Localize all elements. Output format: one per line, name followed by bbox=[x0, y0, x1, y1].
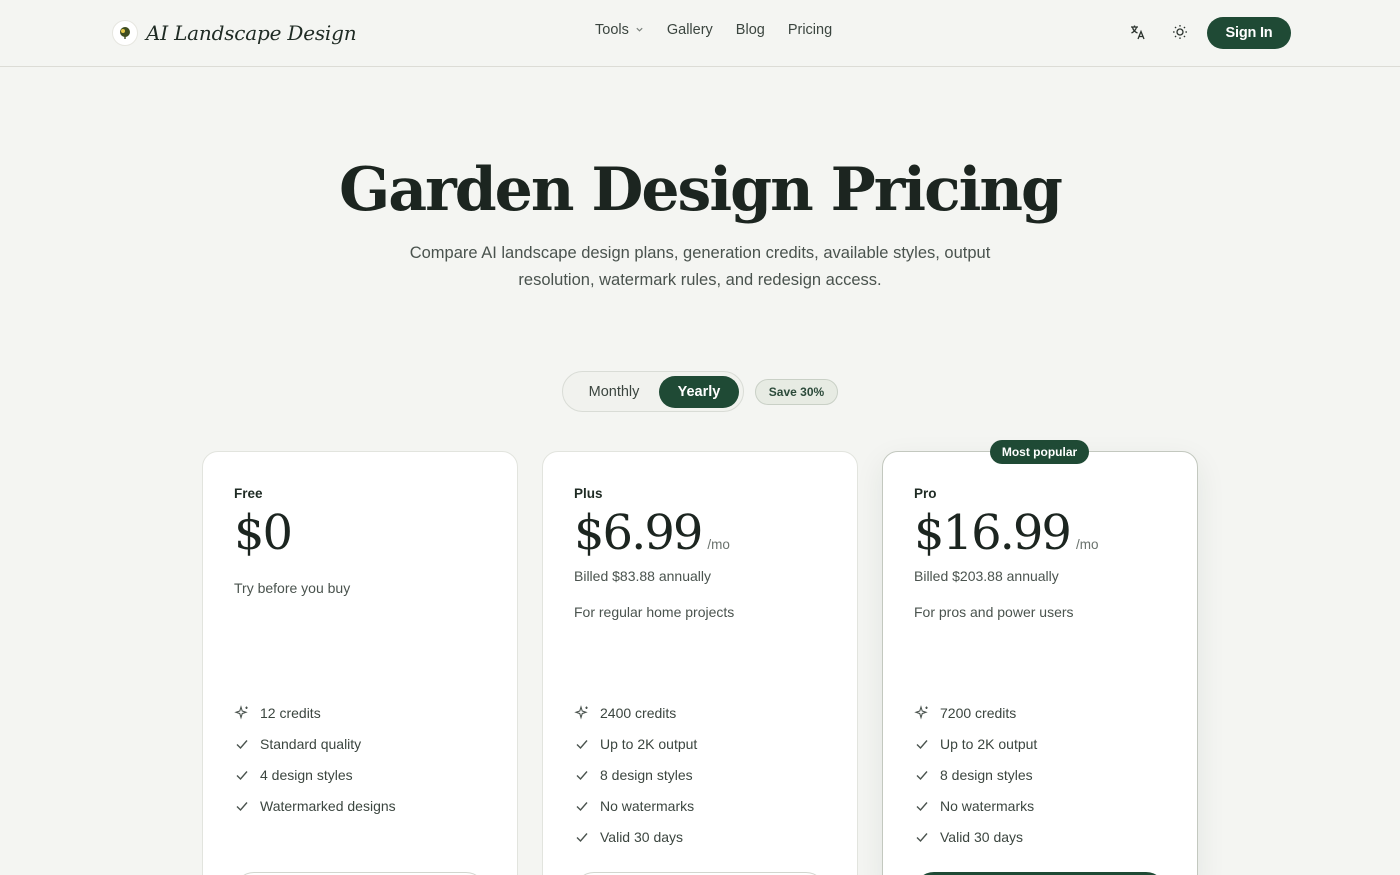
nav-gallery[interactable]: Gallery bbox=[667, 22, 713, 38]
feature-item: 12 credits bbox=[234, 697, 396, 728]
price-row: $0 bbox=[234, 504, 293, 562]
page-title: Garden Design Pricing bbox=[338, 155, 1063, 225]
feature-text: 12 credits bbox=[260, 704, 321, 721]
price-row: $16.99 /mo bbox=[914, 504, 1098, 562]
plan-name: Pro bbox=[914, 486, 937, 501]
feature-list: 7200 credits Up to 2K output 8 design st… bbox=[914, 697, 1037, 852]
feature-text: Valid 30 days bbox=[940, 828, 1024, 845]
feature-list: 2400 credits Up to 2K output 8 design st… bbox=[574, 697, 697, 852]
check-icon bbox=[234, 798, 250, 814]
feature-text: No watermarks bbox=[600, 797, 695, 814]
site-header: AI Landscape Design Tools Gallery Blog P… bbox=[0, 0, 1400, 67]
feature-text: Up to 2K output bbox=[600, 735, 698, 752]
feature-item: 8 design styles bbox=[574, 759, 697, 790]
check-icon bbox=[234, 736, 250, 752]
check-icon bbox=[914, 767, 930, 783]
plan-card-plus: Plus $6.99 /mo Billed $83.88 annually Fo… bbox=[542, 451, 858, 875]
nav-blog[interactable]: Blog bbox=[736, 22, 765, 38]
feature-item: Standard quality bbox=[234, 728, 396, 759]
plan-price: $6.99 bbox=[574, 505, 703, 561]
plan-tagline: For regular home projects bbox=[574, 604, 735, 620]
nav-tools[interactable]: Tools bbox=[595, 22, 644, 38]
translate-icon[interactable] bbox=[1127, 21, 1149, 43]
feature-item: Up to 2K output bbox=[914, 728, 1037, 759]
plan-price: $16.99 bbox=[914, 505, 1072, 561]
nav-pricing[interactable]: Pricing bbox=[788, 22, 832, 38]
feature-item: 8 design styles bbox=[914, 759, 1037, 790]
feature-text: Up to 2K output bbox=[940, 735, 1038, 752]
chevron-down-icon bbox=[635, 25, 644, 36]
billing-toggle: Monthly Yearly bbox=[562, 371, 744, 412]
price-period: /mo bbox=[707, 537, 730, 552]
feature-list: 12 credits Standard quality 4 design sty… bbox=[234, 697, 396, 821]
sparkle-icon bbox=[914, 704, 930, 721]
feature-text: 8 design styles bbox=[600, 766, 693, 783]
feature-item: Valid 30 days bbox=[914, 821, 1037, 852]
check-icon bbox=[914, 798, 930, 814]
check-icon bbox=[914, 736, 930, 752]
billing-note: Billed $203.88 annually bbox=[914, 568, 1059, 584]
feature-text: 7200 credits bbox=[940, 704, 1017, 721]
plan-card-free: Free $0 Try before you buy 12 credits St… bbox=[202, 451, 518, 875]
most-popular-badge: Most popular bbox=[990, 440, 1089, 464]
feature-item: Up to 2K output bbox=[574, 728, 697, 759]
feature-text: Watermarked designs bbox=[260, 797, 396, 814]
feature-text: 4 design styles bbox=[260, 766, 353, 783]
brand-name: AI Landscape Design bbox=[146, 21, 357, 45]
feature-text: No watermarks bbox=[940, 797, 1035, 814]
feature-item: 4 design styles bbox=[234, 759, 396, 790]
billing-yearly-option[interactable]: Yearly bbox=[659, 376, 739, 408]
feature-item: 7200 credits bbox=[914, 697, 1037, 728]
plan-tagline: For pros and power users bbox=[914, 604, 1074, 620]
feature-text: Standard quality bbox=[260, 735, 362, 752]
check-icon bbox=[574, 767, 590, 783]
plan-price: $0 bbox=[234, 505, 293, 561]
brand-logo[interactable]: AI Landscape Design bbox=[112, 18, 357, 48]
feature-item: Valid 30 days bbox=[574, 821, 697, 852]
feature-item: No watermarks bbox=[914, 790, 1037, 821]
feature-text: 8 design styles bbox=[940, 766, 1033, 783]
sign-in-button[interactable]: Sign In bbox=[1207, 17, 1291, 49]
check-icon bbox=[574, 798, 590, 814]
plan-tagline: Try before you buy bbox=[234, 580, 351, 596]
billing-note: Billed $83.88 annually bbox=[574, 568, 711, 584]
feature-text: 2400 credits bbox=[600, 704, 677, 721]
price-period: /mo bbox=[1075, 537, 1099, 552]
feature-item: 2400 credits bbox=[574, 697, 697, 728]
tree-logo-icon bbox=[112, 20, 138, 46]
check-icon bbox=[234, 767, 250, 783]
plan-card-pro: Pro $16.99 /mo Billed $203.88 annually F… bbox=[882, 451, 1198, 875]
feature-text: Valid 30 days bbox=[600, 828, 684, 845]
nav-tools-label: Tools bbox=[595, 22, 629, 38]
price-row: $6.99 /mo bbox=[574, 504, 730, 562]
check-icon bbox=[574, 736, 590, 752]
plan-name: Plus bbox=[574, 486, 603, 501]
main-nav: Tools Gallery Blog Pricing bbox=[595, 22, 832, 38]
billing-monthly-option[interactable]: Monthly bbox=[571, 377, 657, 407]
sun-icon[interactable] bbox=[1169, 21, 1191, 43]
check-icon bbox=[574, 829, 590, 845]
save-badge: Save 30% bbox=[755, 379, 838, 405]
sparkle-icon bbox=[234, 704, 250, 721]
check-icon bbox=[914, 829, 930, 845]
page-subtitle: Compare AI landscape design plans, gener… bbox=[409, 244, 991, 289]
feature-item: Watermarked designs bbox=[234, 790, 396, 821]
sparkle-icon bbox=[574, 704, 590, 721]
feature-item: No watermarks bbox=[574, 790, 697, 821]
plan-name: Free bbox=[234, 486, 263, 501]
